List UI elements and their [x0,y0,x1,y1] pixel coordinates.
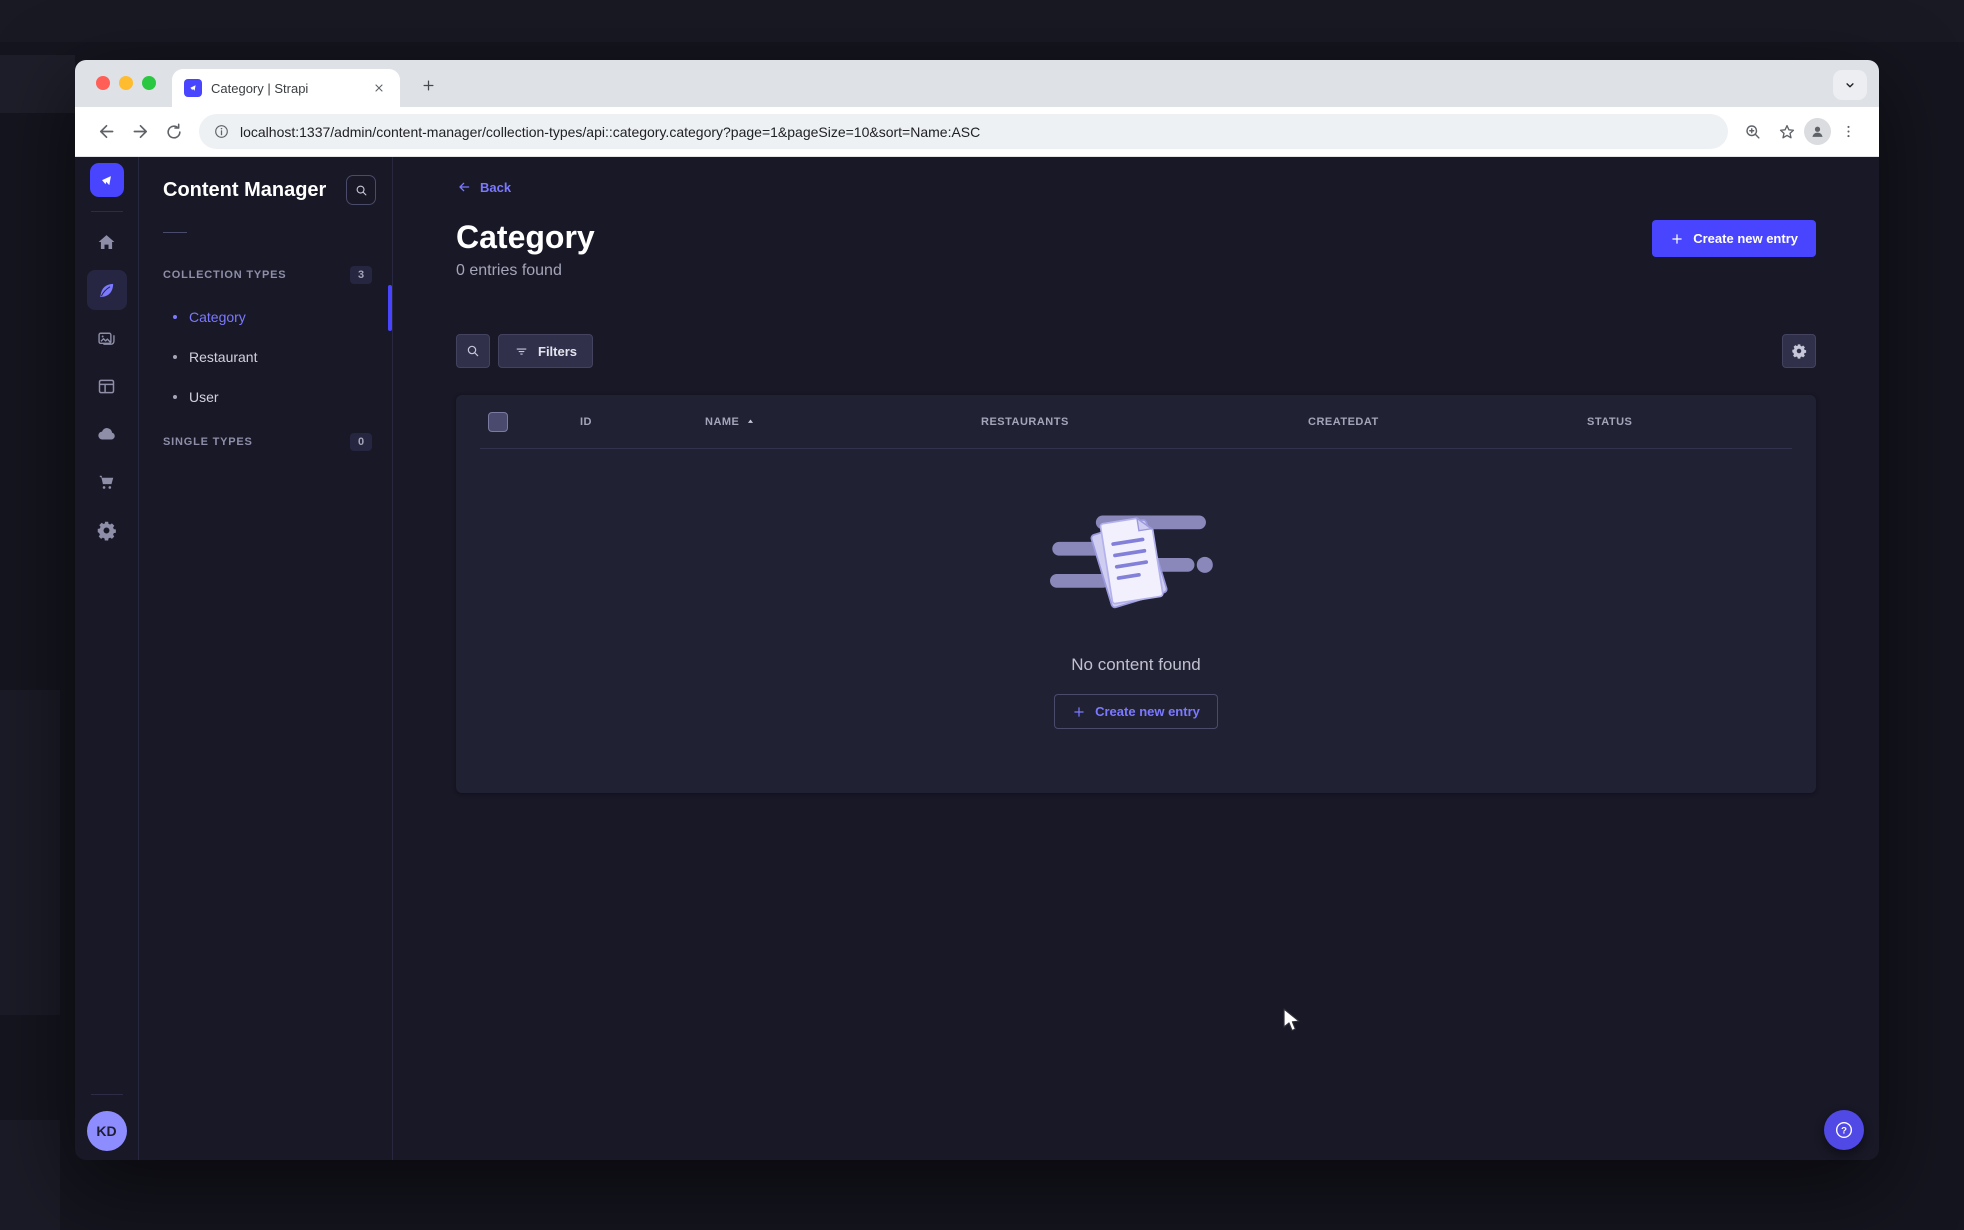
back-link[interactable]: Back [456,179,511,195]
home-icon[interactable] [87,222,127,262]
window-controls [96,76,156,90]
page-title: Category [456,219,595,255]
subnav-scrollbar-thumb[interactable] [388,285,392,331]
close-window-button[interactable] [96,76,110,90]
forward-navigation-icon[interactable] [123,115,157,149]
zoom-window-button[interactable] [142,76,156,90]
browser-tab-strip: Category | Strapi [75,60,1879,107]
desktop: { "colors": { "accent": "#4945ff", "acce… [0,0,1964,1230]
no-content-illustration [1050,515,1213,609]
sidebar-item-category[interactable]: Category [139,297,392,337]
subnav-search-button[interactable] [346,175,376,205]
bullet-icon [173,315,177,319]
browser-window: Category | Strapi localhost:1337/admin/c… [75,60,1879,1160]
browser-profile-icon[interactable] [1804,118,1831,145]
create-new-entry-label: Create new entry [1693,231,1798,246]
site-info-icon[interactable] [213,123,230,140]
desktop-background-patch [0,55,75,113]
page-header: Category 0 entries found Create new entr… [456,218,1816,280]
collection-types-list: Category Restaurant User [139,297,392,417]
minimize-window-button[interactable] [119,76,133,90]
sidebar-item-label: Restaurant [189,349,258,365]
desktop-background-patch [0,1120,60,1230]
search-button[interactable] [456,334,490,368]
back-navigation-icon[interactable] [89,115,123,149]
main-content: Back Category 0 entries found Create new… [393,157,1879,1160]
browser-tab[interactable]: Category | Strapi [172,69,400,107]
column-header-restaurants[interactable]: RESTAURANTS [981,416,1308,428]
filters-button[interactable]: Filters [498,334,594,368]
zoom-page-icon[interactable] [1736,115,1770,149]
svg-text:?: ? [1841,1125,1847,1136]
new-tab-button[interactable] [415,72,441,98]
plus-icon [1074,706,1084,717]
back-label: Back [480,179,512,195]
collection-types-label: COLLECTION TYPES [163,269,287,281]
column-header-id[interactable]: ID [580,416,705,428]
question-mark-icon: ? [1835,1121,1853,1139]
single-types-header: SINGLE TYPES 0 [139,433,392,451]
rail-divider [90,211,123,212]
bullet-icon [173,355,177,359]
bullet-icon [173,395,177,399]
strapi-favicon [184,79,202,97]
content-type-builder-icon[interactable] [87,366,127,406]
settings-gear-icon[interactable] [87,510,127,550]
media-library-icon[interactable] [87,318,127,358]
bookmark-star-icon[interactable] [1770,115,1804,149]
column-header-createdat[interactable]: CREATEDAT [1308,416,1587,428]
content-manager-subnav: Content Manager COLLECTION TYPES 3 Categ… [139,157,393,1160]
entries-table: ID NAME RESTAURANTS CREATEDAT STATUS No … [456,395,1816,793]
view-settings-button[interactable] [1782,334,1816,368]
sort-ascending-icon [748,419,754,423]
plus-icon [1672,233,1682,244]
tab-search-button[interactable] [1833,70,1867,100]
strapi-logo[interactable] [89,163,124,197]
cloud-icon[interactable] [87,414,127,454]
column-header-status[interactable]: STATUS [1587,416,1816,428]
sidebar-item-user[interactable]: User [139,377,392,417]
rail-bottom: KD [75,1094,138,1160]
browser-toolbar: localhost:1337/admin/content-manager/col… [75,107,1879,157]
table-header-row: ID NAME RESTAURANTS CREATEDAT STATUS [456,395,1816,448]
single-types-label: SINGLE TYPES [163,436,253,448]
reload-icon[interactable] [157,115,191,149]
entries-count: 0 entries found [456,262,562,279]
help-button[interactable]: ? [1824,1110,1864,1150]
main-nav-rail: KD [75,157,139,1160]
collection-types-count-badge: 3 [350,266,372,284]
url-bar[interactable]: localhost:1337/admin/content-manager/col… [199,114,1728,149]
desktop-background-strip [0,0,1964,42]
single-types-count-badge: 0 [350,433,372,451]
tab-close-icon[interactable] [370,79,388,97]
collection-types-header: COLLECTION TYPES 3 [139,266,392,284]
browser-menu-icon[interactable] [1831,115,1865,149]
search-icon [467,345,479,357]
sidebar-item-restaurant[interactable]: Restaurant [139,337,392,377]
gear-icon [1792,344,1807,359]
empty-state: No content found Create new entry [456,449,1816,793]
desktop-background-patch [0,690,60,1015]
url-text[interactable]: localhost:1337/admin/content-manager/col… [240,124,980,140]
filters-label: Filters [538,343,578,359]
select-all-checkbox[interactable] [488,411,508,432]
sidebar-item-label: User [189,389,219,405]
column-header-name[interactable]: NAME [705,416,981,428]
subnav-title: Content Manager [163,179,327,201]
back-arrow-icon [459,182,470,192]
strapi-app: KD Content Manager COLLECTION TYPES 3 Ca… [75,157,1879,1160]
subnav-divider [163,232,187,233]
user-avatar[interactable]: KD [86,1111,127,1151]
empty-create-entry-label: Create new entry [1095,704,1200,719]
empty-create-entry-button[interactable]: Create new entry [1054,694,1218,729]
marketplace-cart-icon[interactable] [87,462,127,502]
empty-state-message: No content found [1071,655,1201,674]
sidebar-item-label: Category [189,309,246,325]
tab-title: Category | Strapi [211,80,309,96]
filter-row: Filters [456,334,1816,368]
create-new-entry-button[interactable]: Create new entry [1652,220,1816,257]
rail-divider [90,1094,123,1095]
filter-icon [516,347,527,355]
content-manager-icon[interactable] [86,270,127,310]
